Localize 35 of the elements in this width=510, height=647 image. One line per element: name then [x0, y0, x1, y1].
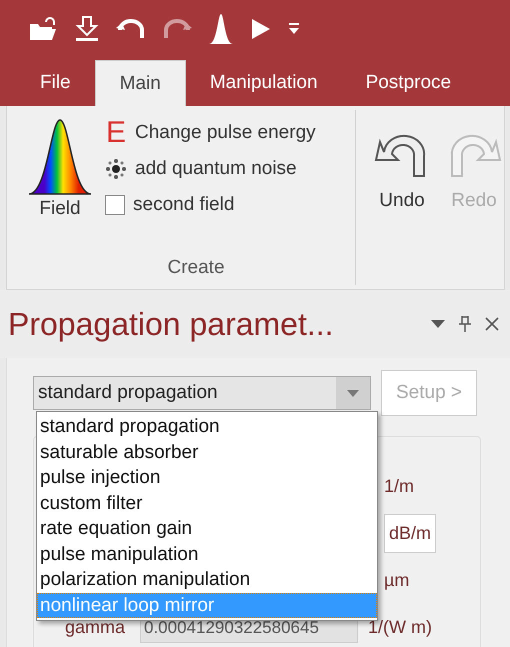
unit-label: 1/(W m) — [368, 617, 432, 638]
dropdown-option[interactable]: custom filter — [37, 490, 377, 516]
ribbon-tab[interactable]: Postproce — [342, 60, 476, 106]
play-icon[interactable] — [250, 17, 272, 41]
unit-label: µm — [384, 570, 410, 591]
dropdown-option[interactable]: pulse manipulation — [37, 542, 377, 567]
folder-icon[interactable] — [28, 16, 58, 42]
caret-icon — [347, 390, 359, 396]
panel-title: Propagation paramet... — [8, 306, 335, 342]
change-energy-button[interactable]: E Change pulse energy — [105, 118, 316, 148]
dropdown-icon[interactable] — [430, 319, 446, 329]
undo-button[interactable]: Undo — [372, 130, 432, 212]
field-button[interactable]: Field — [23, 116, 97, 220]
pulse-icon[interactable] — [208, 13, 234, 45]
parameter-label: gamma — [64, 617, 126, 638]
dropdown-option[interactable]: pulse injection — [37, 465, 377, 490]
unit-selector[interactable]: dB/m — [384, 514, 436, 553]
pin-icon[interactable] — [458, 315, 472, 333]
noise-icon — [105, 158, 127, 180]
dropdown-option[interactable]: saturable absorber — [37, 440, 377, 465]
unit-label: 1/m — [384, 476, 414, 497]
undo-icon[interactable] — [116, 18, 146, 40]
group-label: Create — [166, 257, 225, 279]
mode-dropdown[interactable]: standard propagation — [33, 376, 371, 410]
dropdown-option[interactable]: standard propagation — [37, 414, 377, 440]
ribbon-tab[interactable]: File — [16, 60, 95, 106]
ribbon-tab[interactable]: Main — [94, 60, 186, 106]
close-icon[interactable] — [484, 316, 500, 332]
dropdown-option[interactable]: polarization manipulation — [37, 567, 377, 592]
download-icon[interactable] — [74, 15, 100, 43]
ribbon-tab[interactable]: Manipulation — [186, 60, 342, 106]
add-noise-button[interactable]: add quantum noise — [105, 154, 316, 184]
customize-icon[interactable] — [288, 22, 300, 36]
dropdown-option[interactable]: rate equation gain — [37, 516, 377, 542]
second-field-checkbox[interactable]: second field — [105, 190, 316, 220]
